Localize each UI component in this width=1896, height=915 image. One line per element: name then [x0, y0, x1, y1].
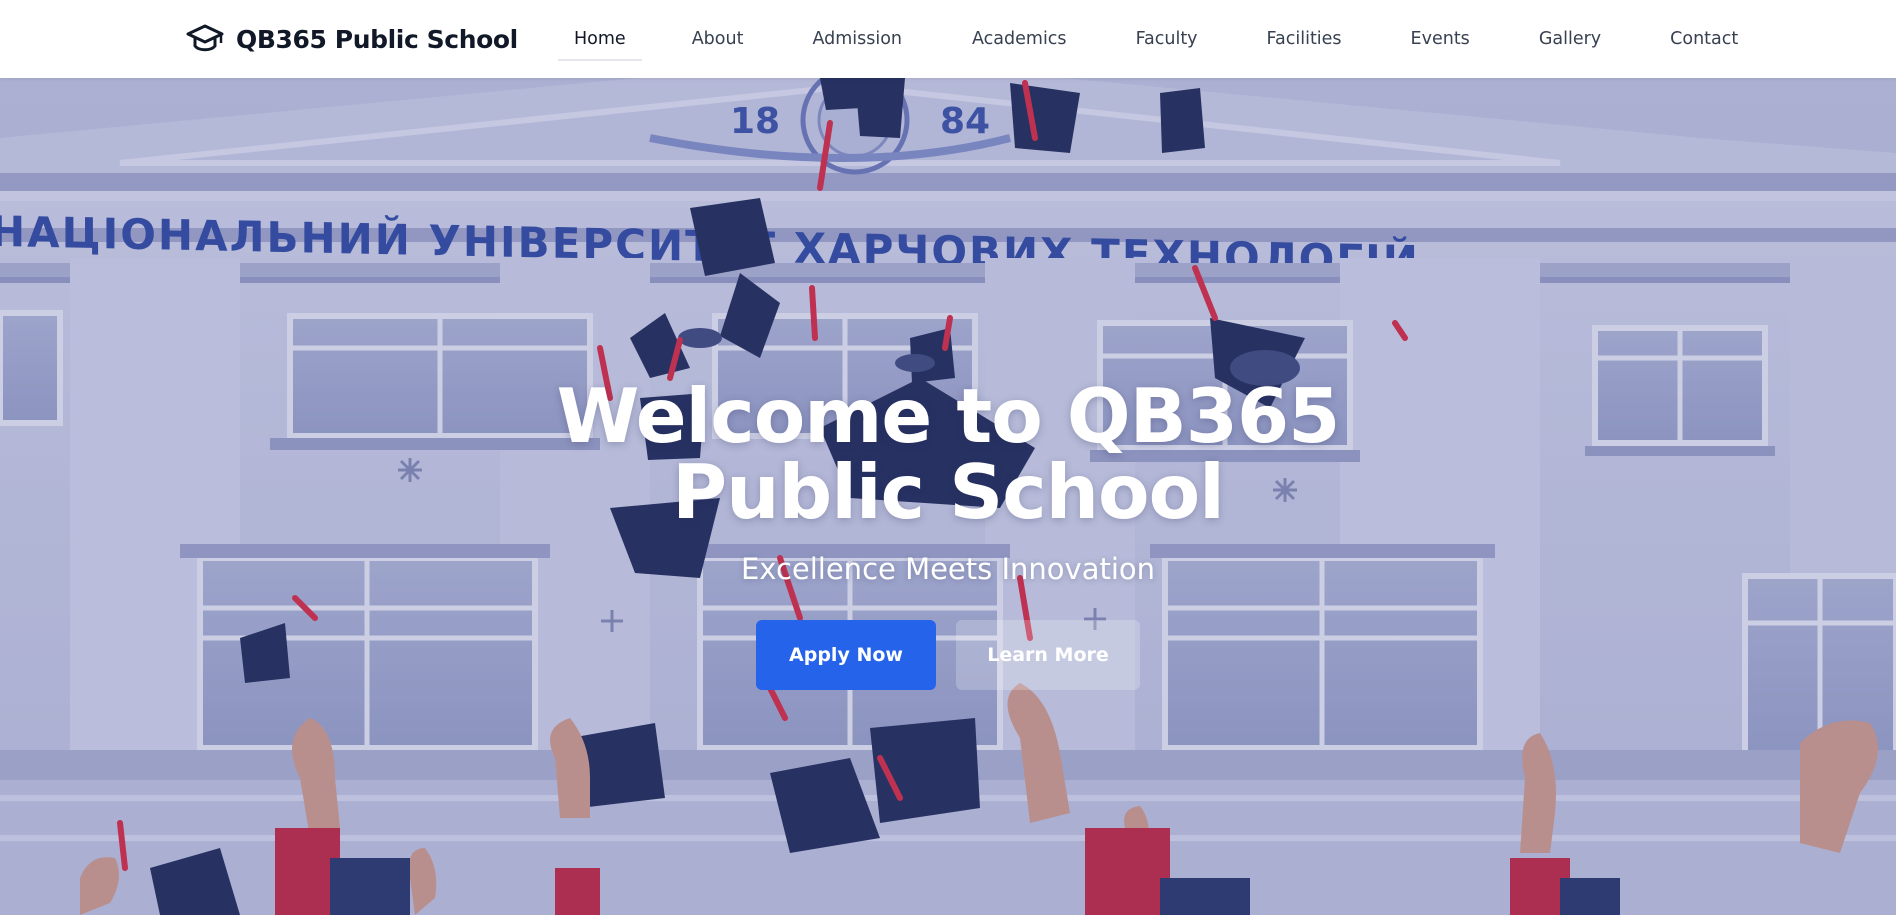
nav-about[interactable]: About — [692, 0, 744, 78]
hero-buttons: Apply Now Learn More — [0, 620, 1896, 690]
graduation-cap-icon — [186, 24, 224, 52]
nav-faculty[interactable]: Faculty — [1136, 0, 1198, 78]
nav-contact[interactable]: Contact — [1670, 0, 1738, 78]
nav-gallery[interactable]: Gallery — [1539, 0, 1601, 78]
nav-admission[interactable]: Admission — [812, 0, 902, 78]
hero-title: Welcome to QB365 Public School — [556, 372, 1341, 536]
hero-section: 18 84 НАЦІОНАЛЬНИЙ УНІВЕРСИТЕТ ХАРЧОВИХ … — [0, 78, 1896, 915]
nav-home[interactable]: Home — [558, 0, 642, 78]
hero-content: Welcome to QB365 Public School Excellenc… — [0, 378, 1896, 690]
nav-academics[interactable]: Academics — [972, 0, 1067, 78]
brand-link[interactable]: QB365 Public School — [186, 22, 518, 56]
hero-subtitle: Excellence Meets Innovation — [740, 552, 1156, 586]
apply-now-button[interactable]: Apply Now — [756, 620, 936, 690]
main-nav: Home About Admission Academics Faculty F… — [558, 0, 1738, 78]
learn-more-button[interactable]: Learn More — [956, 620, 1140, 690]
nav-events[interactable]: Events — [1411, 0, 1470, 78]
navbar: QB365 Public School Home About Admission… — [0, 0, 1896, 78]
nav-facilities[interactable]: Facilities — [1267, 0, 1342, 78]
brand-name: QB365 Public School — [236, 24, 518, 54]
